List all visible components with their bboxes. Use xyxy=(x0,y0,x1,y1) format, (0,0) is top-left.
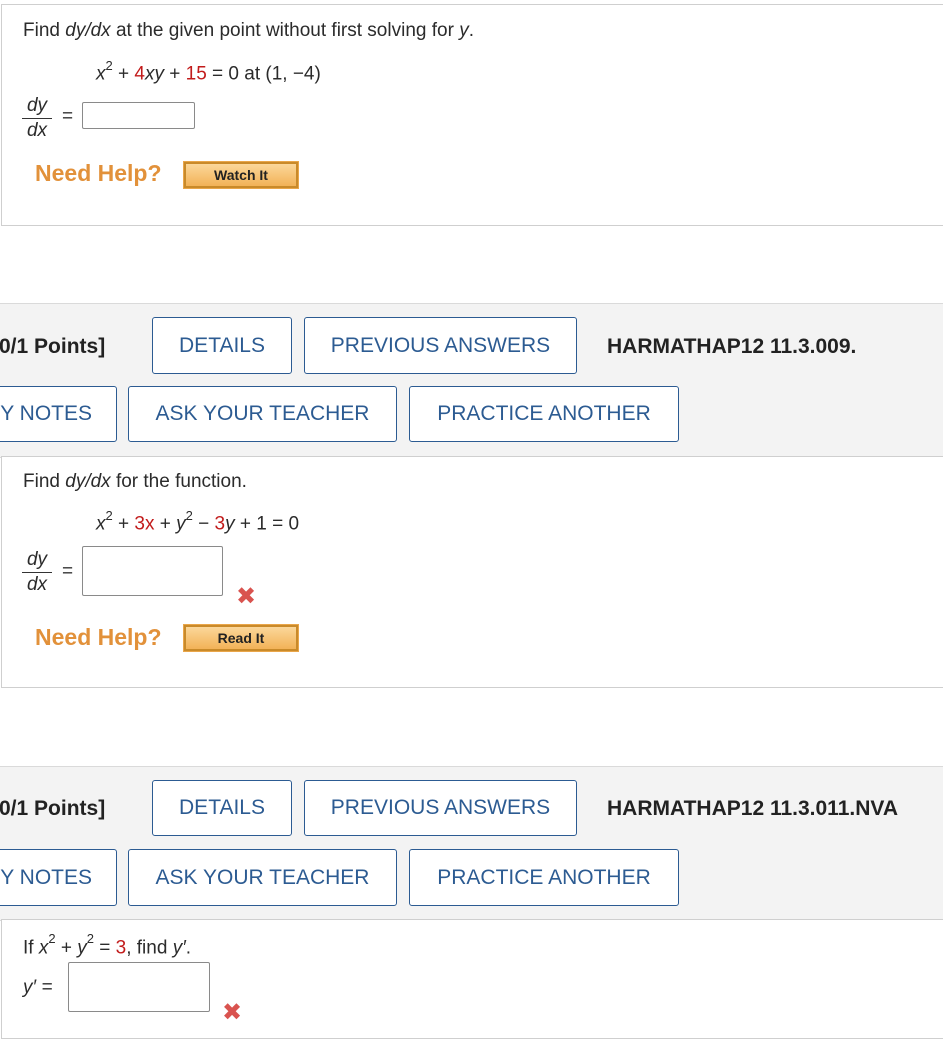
question-3-prompt: If x2 + y2 = 3, find y′. xyxy=(23,931,192,959)
answer-input-1[interactable] xyxy=(82,102,195,129)
y-prime-label: y′ = xyxy=(23,977,53,998)
previous-answers-button[interactable]: PREVIOUS ANSWERS xyxy=(304,317,577,374)
need-help-label: Need Help? xyxy=(35,160,162,186)
equals-sign: = xyxy=(62,561,74,582)
read-it-button[interactable]: Read It xyxy=(183,624,299,652)
dy-dx-fraction: dy dx xyxy=(22,549,52,596)
incorrect-x-icon: ✖ xyxy=(236,583,257,610)
answer-input-2[interactable] xyxy=(82,546,223,596)
ask-your-teacher-button[interactable]: ASK YOUR TEACHER xyxy=(128,386,397,442)
answer-input-3[interactable] xyxy=(68,962,210,1012)
previous-answers-button[interactable]: PREVIOUS ANSWERS xyxy=(304,780,577,836)
practice-another-button[interactable]: PRACTICE ANOTHER xyxy=(409,849,679,906)
problem-code: HARMATHAP12 11.3.009. xyxy=(607,335,857,358)
need-help-label: Need Help? xyxy=(35,624,162,650)
details-button[interactable]: DETAILS xyxy=(152,780,292,836)
points-label: [0/1 Points] xyxy=(0,797,106,820)
question-1-prompt: Find dy/dx at the given point without fi… xyxy=(23,20,474,41)
my-notes-button[interactable]: MY NOTES xyxy=(0,386,117,442)
dy-dx-fraction: dy dx xyxy=(22,95,52,142)
my-notes-button[interactable]: MY NOTES xyxy=(0,849,117,906)
equals-sign: = xyxy=(62,106,74,127)
watch-it-button[interactable]: Watch It xyxy=(183,161,299,189)
question-2-equation: x2 + 3x + y2 − 3y + 1 = 0 xyxy=(96,508,300,535)
practice-another-button[interactable]: PRACTICE ANOTHER xyxy=(409,386,679,442)
question-2-prompt: Find dy/dx for the function. xyxy=(23,471,247,492)
ask-your-teacher-button[interactable]: ASK YOUR TEACHER xyxy=(128,849,397,906)
points-label: [0/1 Points] xyxy=(0,335,106,358)
details-button[interactable]: DETAILS xyxy=(152,317,292,374)
problem-code: HARMATHAP12 11.3.011.NVA xyxy=(607,797,898,820)
incorrect-x-icon: ✖ xyxy=(222,999,243,1026)
question-1-equation: x2 + 4xy + 15 = 0 at (1, −4) xyxy=(96,58,321,85)
